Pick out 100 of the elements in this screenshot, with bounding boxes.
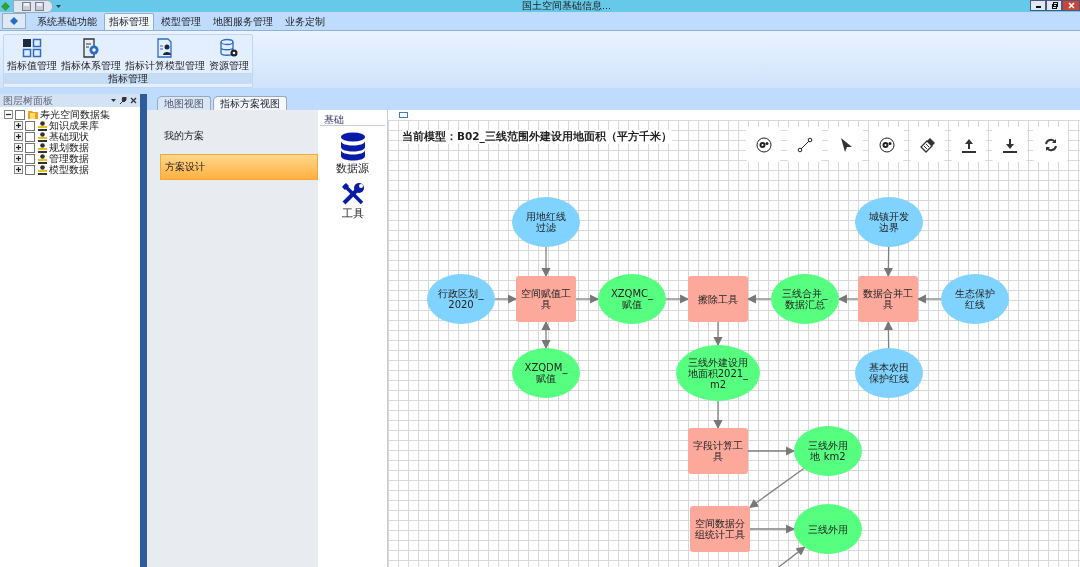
tool-node — [688, 428, 748, 474]
connector-arrow — [713, 400, 723, 430]
expand-toggle[interactable] — [14, 165, 23, 174]
document-person-icon — [155, 38, 175, 58]
close-icon[interactable] — [130, 97, 137, 104]
save-all-icon[interactable] — [35, 1, 44, 11]
diamond-icon — [1, 1, 10, 11]
node-label: 城镇开发边界 — [868, 211, 910, 233]
layout-icon[interactable] — [399, 112, 408, 118]
node-label: 三线合并_数据汇总 — [781, 288, 829, 310]
line-icon — [796, 136, 813, 153]
checkbox[interactable] — [25, 164, 35, 175]
node-label: 用地红线过滤 — [525, 211, 567, 233]
connector-arrow — [541, 246, 551, 278]
node-label: 基本农田保护红线 — [868, 362, 910, 384]
panel-title: 图层树面板 — [3, 93, 53, 108]
node-label: 三线外用地 km2 — [807, 440, 849, 462]
menu-tab[interactable]: 模型管理 — [156, 13, 206, 30]
input-data-node — [855, 348, 923, 398]
node-label: 擦除工具 — [698, 293, 738, 305]
input-data-node — [941, 274, 1009, 324]
model-title: 当前模型：B02_三线范围外建设用地面积（平方千米） — [402, 130, 672, 144]
toolbox-item[interactable]: 数据源 — [336, 132, 369, 175]
checkbox[interactable] — [25, 153, 35, 164]
ribbon-button[interactable]: 指标值管理 — [6, 37, 58, 72]
tool-node — [690, 506, 750, 552]
window-title: 国土空间基础信息... — [522, 0, 612, 12]
expand-toggle[interactable] — [14, 154, 23, 163]
layer-stack-icon — [38, 153, 47, 164]
dropdown-icon[interactable] — [110, 97, 117, 104]
connector-arrow — [883, 320, 893, 349]
connector-arrow — [494, 294, 518, 304]
tool-node — [516, 276, 576, 322]
brush-icon — [919, 136, 936, 153]
menu-tab[interactable]: 业务定制 — [280, 13, 330, 30]
connector-arrow — [665, 294, 690, 304]
restore-button[interactable] — [1046, 0, 1062, 11]
application-menu-button[interactable] — [2, 13, 26, 29]
tree-item[interactable]: 知识成果库 — [49, 120, 99, 131]
save-icon[interactable] — [22, 1, 31, 11]
expand-toggle[interactable] — [14, 121, 23, 130]
toolbox-header: 基础 — [320, 114, 385, 126]
input-data-node — [427, 274, 495, 324]
output-data-node — [771, 274, 839, 324]
node-label: 字段计算工具 — [692, 440, 744, 462]
connector-arrow — [837, 294, 859, 304]
tree-item[interactable]: 寿光空间数据集 — [40, 109, 110, 120]
node-label: 数据合并工具 — [862, 288, 914, 310]
layer-stack-icon — [38, 164, 47, 175]
tree-item[interactable]: 基础现状 — [49, 131, 89, 142]
dropdown-icon[interactable] — [56, 3, 61, 9]
connector-arrow — [713, 321, 723, 347]
node-label: 三线外用 — [808, 523, 848, 535]
tree-item[interactable]: 管理数据 — [49, 153, 89, 164]
minimize-button[interactable] — [1030, 0, 1046, 11]
input-data-node — [855, 197, 923, 247]
tree-item[interactable]: 规划数据 — [49, 142, 89, 153]
input-data-node — [512, 197, 580, 247]
database-icon — [339, 132, 366, 162]
download-icon — [1001, 136, 1018, 153]
database-gear-icon — [219, 38, 239, 58]
ribbon-button[interactable]: 资源管理 — [208, 37, 250, 72]
connector-arrow — [747, 446, 796, 456]
menu-tab[interactable]: 地图服务管理 — [208, 13, 278, 30]
node-label: XZQMC_赋值 — [609, 288, 655, 310]
tree-item[interactable]: 模型数据 — [49, 164, 89, 175]
toolbox-item[interactable]: 工具 — [339, 181, 366, 220]
layer-stack-icon — [38, 142, 47, 153]
plan-menu-item[interactable]: 我的方案 — [160, 124, 318, 148]
connector-arrow — [916, 294, 942, 304]
folder-icon — [28, 110, 38, 119]
node-label: 空间数据分组统计工具 — [694, 518, 746, 540]
menu-tab[interactable]: 指标管理 — [104, 13, 154, 30]
expand-toggle[interactable] — [14, 132, 23, 141]
pin-icon[interactable] — [120, 97, 127, 104]
ribbon-button[interactable]: 指标计算模型管理 — [124, 37, 206, 72]
view-tab[interactable]: 地图视图 — [157, 96, 211, 110]
output-data-node — [794, 504, 862, 554]
menu-tab[interactable]: 系统基础功能 — [32, 13, 102, 30]
checkbox[interactable] — [15, 109, 25, 120]
view-tab[interactable]: 指标方案视图 — [213, 96, 287, 110]
ribbon-group-label: 指标管理 — [4, 73, 252, 84]
expand-toggle[interactable] — [14, 143, 23, 152]
node-label: 三线外建设用地面积2021_m2 — [687, 356, 749, 390]
diamond-icon — [8, 16, 20, 26]
collapse-toggle[interactable] — [4, 110, 13, 119]
close-button[interactable] — [1062, 0, 1080, 11]
checkbox[interactable] — [25, 120, 35, 131]
node-label: 空间赋值工具 — [520, 288, 572, 310]
connector-arrow — [541, 320, 551, 350]
plan-menu-item[interactable]: 方案设计 — [160, 154, 318, 180]
connector-arrow — [883, 246, 893, 278]
connector-arrow — [749, 467, 805, 508]
grid-icon — [22, 38, 42, 58]
node-label: 行政区划_2020 — [437, 288, 485, 310]
connector-arrow — [575, 294, 600, 304]
checkbox[interactable] — [25, 142, 35, 153]
gear-icon — [755, 136, 772, 153]
ribbon-button[interactable]: 指标体系管理 — [60, 37, 122, 72]
checkbox[interactable] — [25, 131, 35, 142]
